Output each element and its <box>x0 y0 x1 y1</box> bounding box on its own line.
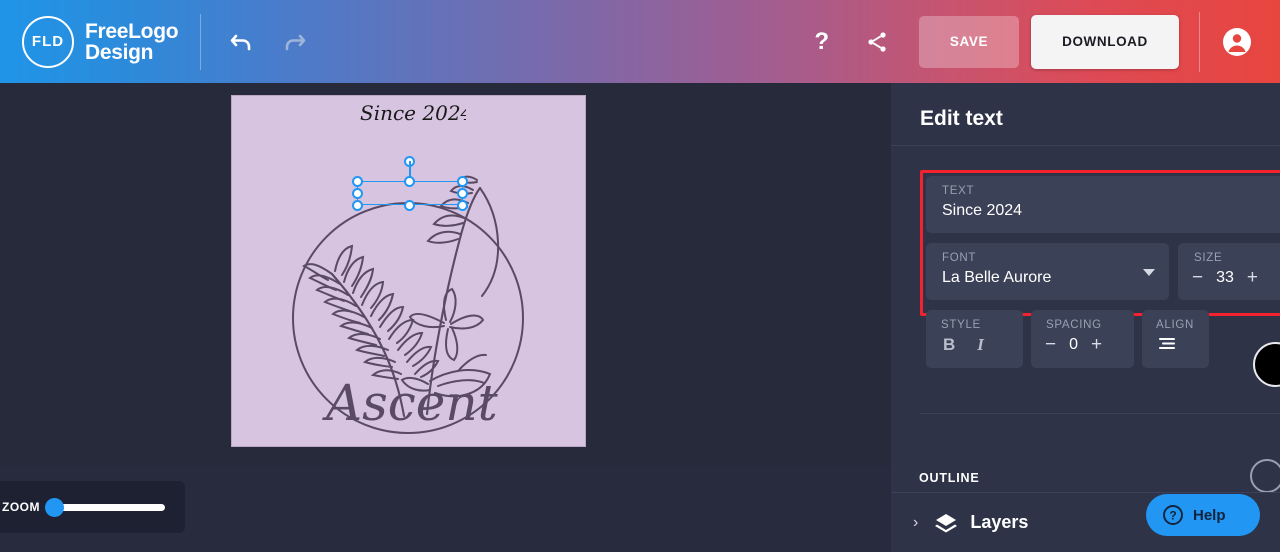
undo-arrow-icon <box>230 34 251 50</box>
history-controls <box>227 27 309 57</box>
brand-abbr: FLD <box>31 33 65 50</box>
align-right-icon <box>1159 338 1175 349</box>
outline-color-swatch[interactable] <box>1250 459 1280 493</box>
size-decrease-button[interactable]: − <box>1192 268 1203 287</box>
brand-logo[interactable]: FLD FreeLogo Design <box>22 15 179 68</box>
layers-label: Layers <box>970 512 1029 532</box>
app-root: FLD FreeLogo Design ? SAVE DOWNLOAD Sinc… <box>0 0 1280 552</box>
panel-title: Edit text <box>920 107 1003 130</box>
brand-line-1: FreeLogo <box>85 19 179 43</box>
brand-line-2: Design <box>85 40 154 64</box>
header-actions: ? SAVE DOWNLOAD <box>806 11 1280 72</box>
style-buttons: B I <box>943 335 1023 355</box>
resize-handle-bottom-right[interactable] <box>457 200 468 211</box>
app-header: FLD FreeLogo Design ? SAVE DOWNLOAD <box>0 0 1280 83</box>
redo-arrow-icon <box>285 34 306 50</box>
spacing-stepper: − 0 + <box>1045 335 1134 354</box>
share-button[interactable] <box>865 30 889 54</box>
canvas-tagline-text[interactable]: Since 2024 <box>356 99 466 127</box>
bottom-toolbar: ZOOM <box>0 466 891 552</box>
size-stepper-group[interactable]: SIZE − 33 + <box>1178 243 1280 300</box>
layers-stack-icon <box>934 512 958 534</box>
zoom-slider-thumb[interactable] <box>45 497 64 517</box>
resize-handle-bottom-left[interactable] <box>352 200 363 211</box>
size-stepper: − 33 + <box>1192 268 1280 287</box>
help-question-button[interactable]: ? <box>806 28 837 56</box>
question-circle-icon: ? <box>1162 504 1184 526</box>
resize-handle-middle-right[interactable] <box>457 188 468 199</box>
font-select-label: FONT <box>942 252 977 264</box>
align-button[interactable] <box>1157 336 1209 358</box>
font-select-value: La Belle Aurore <box>942 269 1052 286</box>
zoom-control[interactable]: ZOOM <box>0 481 185 533</box>
style-label: STYLE <box>941 319 981 331</box>
resize-handle-top-right[interactable] <box>457 176 468 187</box>
spacing-value: 0 <box>1069 335 1079 353</box>
italic-button[interactable]: I <box>977 335 984 355</box>
svg-text:Ascent: Ascent <box>322 374 499 432</box>
save-button[interactable]: SAVE <box>919 15 1019 68</box>
svg-text:?: ? <box>1169 509 1176 523</box>
undo-button[interactable] <box>227 27 257 57</box>
outline-label: OUTLINE <box>919 471 980 485</box>
share-icon <box>868 31 886 52</box>
align-group[interactable]: ALIGN <box>1142 310 1209 368</box>
font-select-group[interactable]: FONT La Belle Aurore <box>926 243 1169 300</box>
resize-handle-top-center[interactable] <box>404 176 415 187</box>
text-field-input[interactable]: Since 2024 <box>942 202 1280 220</box>
zoom-label: ZOOM <box>2 500 40 514</box>
canvas-workspace[interactable]: Since 2024 Ascent <box>0 83 891 466</box>
bold-button[interactable]: B <box>943 335 955 355</box>
size-value: 33 <box>1216 268 1234 286</box>
account-button[interactable] <box>1222 27 1252 57</box>
chevron-down-icon[interactable] <box>1143 269 1155 276</box>
size-label: SIZE <box>1194 252 1223 264</box>
panel-header-divider <box>891 145 1280 146</box>
help-widget-label: Help <box>1193 506 1226 524</box>
svg-text:Since 2024: Since 2024 <box>360 101 466 125</box>
edit-text-panel: Edit text TEXT Since 2024 FONT La Belle … <box>891 83 1280 552</box>
header-divider-right <box>1199 11 1200 72</box>
help-widget-button[interactable]: ? Help <box>1146 494 1260 536</box>
spacing-decrease-button[interactable]: − <box>1045 335 1056 354</box>
header-divider-left <box>200 13 202 70</box>
brand-name: FreeLogo Design <box>85 19 179 64</box>
text-field-group[interactable]: TEXT Since 2024 <box>926 176 1280 233</box>
brand-mark-icon: FLD <box>22 15 74 68</box>
resize-handle-middle-left[interactable] <box>352 188 363 199</box>
resize-handle-bottom-center[interactable] <box>404 200 415 211</box>
style-group: STYLE B I <box>926 310 1023 368</box>
canvas-brand-text[interactable]: Ascent <box>320 374 510 436</box>
spacing-stepper-group[interactable]: SPACING − 0 + <box>1031 310 1134 368</box>
size-increase-button[interactable]: + <box>1247 268 1258 287</box>
panel-section-divider <box>920 413 1280 414</box>
resize-handle-top-left[interactable] <box>352 176 363 187</box>
download-button[interactable]: DOWNLOAD <box>1031 14 1179 69</box>
spacing-increase-button[interactable]: + <box>1091 335 1102 354</box>
account-circle-icon <box>1223 27 1251 56</box>
redo-button[interactable] <box>279 27 309 57</box>
zoom-slider-track[interactable] <box>45 497 165 517</box>
logo-canvas[interactable]: Since 2024 Ascent <box>231 95 586 447</box>
align-label: ALIGN <box>1156 319 1195 331</box>
spacing-label: SPACING <box>1046 319 1102 331</box>
chevron-right-icon[interactable]: › <box>913 514 918 532</box>
text-field-label: TEXT <box>942 185 975 197</box>
